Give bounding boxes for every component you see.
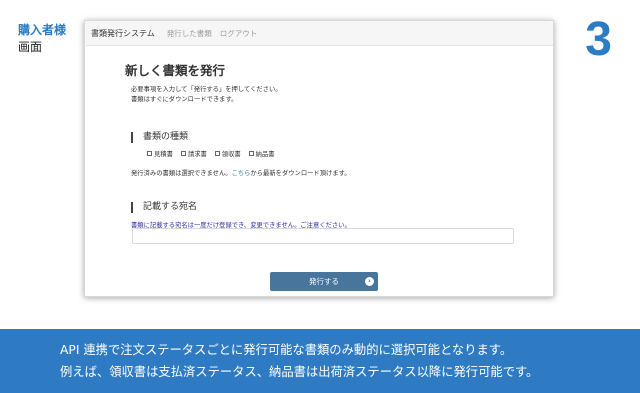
doc-option-label: 見積書 [154,151,173,158]
side-label-line2: 画面 [18,40,43,54]
banner-line-2: 例えば、領収書は支払済ステータス、納品書は出荷済ステータス以降に発行可能です。 [60,365,539,379]
doc-option-delivery[interactable]: 納品書 [248,149,275,158]
doc-type-heading: 書類の種類 [131,132,525,143]
doc-option-label: 領収書 [221,151,241,158]
side-label: 購入者様 画面 [18,22,66,56]
address-heading: 記載する宛名 [131,202,525,213]
step-number: 3 [585,13,612,66]
doc-type-options: 見積書 請求書 領収書 納品書 [125,149,525,158]
app-brand[interactable]: 書類発行システム [91,28,155,39]
nav-issued-documents[interactable]: 発行した書類 [167,28,212,39]
checkbox-icon[interactable] [180,151,186,156]
doc-option-estimate[interactable]: 見積書 [147,149,173,158]
page-title: 新しく書類を発行 [125,63,226,78]
download-latest-link[interactable]: こちら [232,170,251,177]
description-banner: API 連携で注文ステータスごとに発行可能な書類のみ動的に選択可能となります。 … [0,329,640,393]
arrow-circle-right-icon: › [365,277,374,286]
issue-button[interactable]: 発行する › [270,272,378,291]
checkbox-icon[interactable] [248,151,254,156]
doc-option-label: 請求書 [187,151,207,158]
issued-note-text: 発行済みの書類は選択できません。 [131,170,232,177]
intro-line-1: 必要事項を入力して「発行する」を押してください。 [131,86,282,93]
form-content: 新しく書類を発行 必要事項を入力して「発行する」を押してください。 書類はすぐに… [125,63,525,244]
doc-option-receipt[interactable]: 領収書 [214,149,241,158]
side-label-line1: 購入者様 [18,23,67,37]
address-input[interactable] [132,228,514,244]
checkbox-icon[interactable] [214,151,220,156]
intro-text: 必要事項を入力して「発行する」を押してください。 書類はすぐにダウンロードできま… [125,85,525,104]
issued-note: 発行済みの書類は選択できません。こちらから最新をダウンロード頂けます。 [125,168,525,177]
nav-logout[interactable]: ログアウト [220,28,258,39]
checkbox-icon[interactable] [147,151,152,156]
doc-option-invoice[interactable]: 請求書 [180,149,207,158]
issue-button-label: 発行する [309,277,339,286]
intro-line-2: 書類はすぐにダウンロードできます。 [131,95,238,103]
doc-option-label: 納品書 [255,151,275,158]
app-navbar: 書類発行システム 発行した書類 ログアウト [85,21,553,46]
issued-note-text-after: から最新をダウンロード頂けます。 [250,170,351,177]
banner-line-1: API 連携で注文ステータスごとに発行可能な書類のみ動的に選択可能となります。 [60,343,513,357]
app-window: 書類発行システム 発行した書類 ログアウト 新しく書類を発行 必要事項を入力して… [84,20,554,297]
